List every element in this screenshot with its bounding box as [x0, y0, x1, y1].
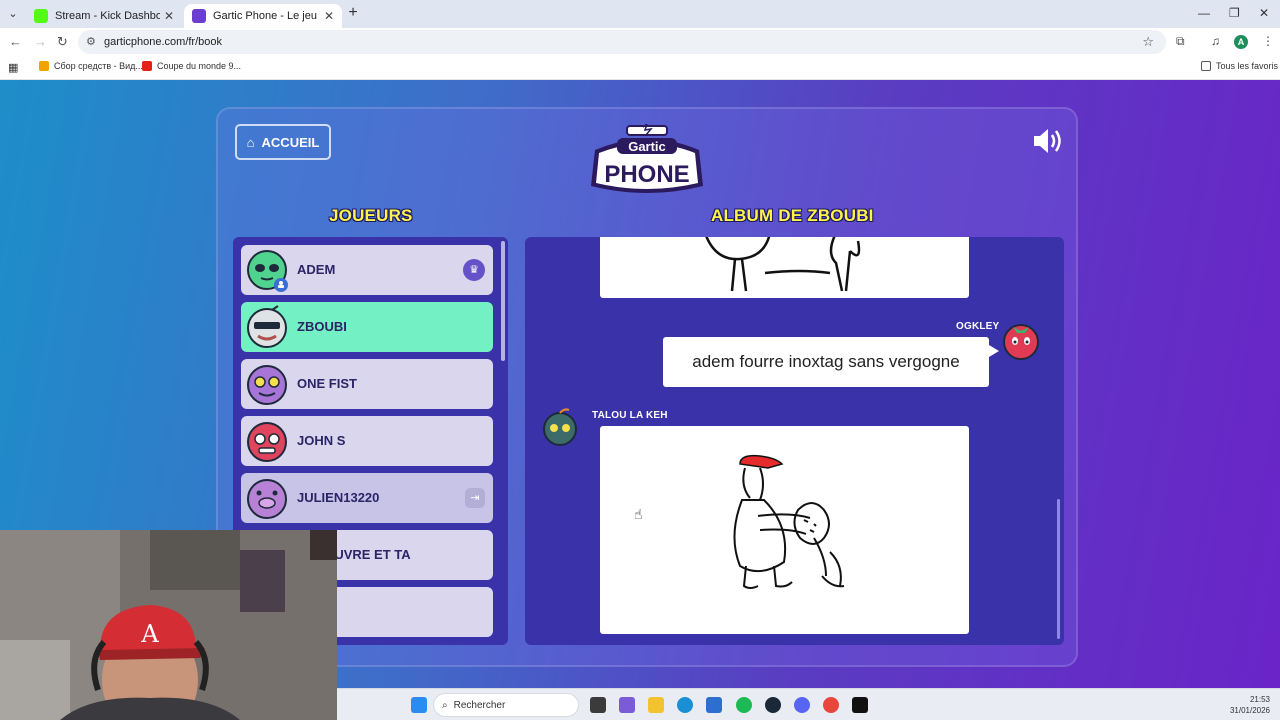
logo-top-text: Gartic — [628, 139, 666, 154]
browser-toolbar: ← → ↻ ⚙ garticphone.com/fr/book ☆ ⧉ ♫ ⋮ — [0, 28, 1280, 56]
player-row[interactable]: JOHN S — [241, 416, 493, 466]
house-icon: ⌂ — [246, 134, 255, 150]
close-window-icon[interactable]: ✕ — [1259, 6, 1269, 20]
discord-icon[interactable] — [794, 697, 810, 713]
player-name: JULIEN13220 — [297, 490, 380, 505]
url-text: garticphone.com/fr/book — [104, 36, 223, 48]
menu-kebab-icon[interactable]: ⋮ — [1262, 34, 1274, 48]
player-row[interactable]: JULIEN13220 ⇥ — [241, 473, 493, 523]
home-button-label: ACCUEIL — [261, 134, 320, 150]
youtube-icon — [142, 61, 152, 71]
taskbar-search-label: Rechercher — [453, 699, 506, 711]
player-name: ONE FIST — [297, 376, 357, 391]
bookmark-item[interactable]: Сбор средств - Вид... — [39, 61, 143, 71]
donation-icon — [39, 61, 49, 71]
purple-avatar-icon — [247, 365, 287, 405]
tab-title: Stream - Kick Dashboard — [55, 10, 160, 22]
all-bookmarks[interactable]: Tous les favoris — [1201, 61, 1278, 71]
task-view-icon[interactable] — [590, 697, 606, 713]
media-controls-icon[interactable]: ♫ — [1211, 34, 1220, 48]
white-robot-avatar-icon — [247, 305, 287, 348]
file-explorer-icon[interactable] — [648, 697, 664, 713]
player-name: JOHN S — [297, 433, 346, 448]
close-tab-icon[interactable]: ✕ — [324, 9, 334, 23]
reload-icon[interactable]: ↻ — [57, 34, 68, 50]
drawing-card — [600, 426, 969, 634]
back-arrow-icon[interactable]: ← — [9, 34, 22, 49]
bookmark-label: Coupe du monde 9... — [157, 61, 242, 71]
edge-icon[interactable] — [677, 697, 693, 713]
drawing-card — [600, 237, 969, 298]
bookmarks-bar: ▦ Сбор средств - Вид... Coupe du monde 9… — [0, 56, 1280, 80]
browser-tab-bar: ⌄ Stream - Kick Dashboard ✕ Gartic Phone… — [0, 0, 1280, 28]
stick-figure-drawing — [705, 237, 861, 292]
strawberry-avatar-icon — [1003, 324, 1039, 360]
restore-icon[interactable]: ❐ — [1229, 6, 1240, 20]
windows-taskbar: ⌕ Rechercher 21:53 31/01/2026 — [337, 688, 1280, 720]
author-name: OGKLEY — [956, 321, 1000, 332]
chrome-icon[interactable] — [823, 697, 839, 713]
player-row[interactable]: ZBOUBI — [241, 302, 493, 352]
kick-icon[interactable] — [852, 697, 868, 713]
bookmark-star-icon[interactable]: ☆ — [1142, 34, 1154, 50]
crown-icon: ♛ — [463, 259, 485, 281]
clock-date: 31/01/2026 — [1229, 706, 1270, 715]
player-row[interactable]: ADEM ♛ — [241, 245, 493, 295]
green-alien-avatar-icon — [247, 250, 288, 292]
speaker-icon[interactable] — [1032, 127, 1066, 155]
folder-icon — [1201, 61, 1211, 71]
windows-start-icon[interactable] — [411, 697, 427, 713]
spotify-icon[interactable] — [736, 697, 752, 713]
red-mask-avatar-icon — [247, 422, 287, 462]
album-panel[interactable]: OGKLEY adem fourre inoxtag sans vergogne… — [525, 237, 1064, 645]
album-heading: ALBUM DE ZBOUBI — [711, 206, 874, 225]
bomb-avatar-icon — [543, 408, 577, 446]
bookmark-item[interactable]: Coupe du monde 9... — [142, 61, 241, 71]
steam-icon[interactable] — [765, 697, 781, 713]
man-with-cap-drawing — [733, 454, 845, 589]
album-text-entry: adem fourre inoxtag sans vergogne — [663, 337, 999, 387]
gartic-phone-logo: Gartic PHONE — [591, 124, 703, 193]
minimize-icon[interactable]: — — [1198, 6, 1210, 20]
album-scrollbar[interactable] — [1057, 499, 1060, 639]
tab-gartic-phone[interactable]: Gartic Phone - Le jeu du téléph ✕ — [184, 4, 342, 28]
home-button[interactable]: ⌂ ACCUEIL — [235, 124, 331, 160]
site-info-icon[interactable]: ⚙ — [86, 35, 96, 48]
player-row[interactable]: ONE FIST — [241, 359, 493, 409]
pig-avatar-icon — [247, 479, 287, 519]
players-scrollbar[interactable] — [501, 241, 505, 361]
forward-arrow-icon[interactable]: → — [34, 34, 47, 49]
author-name: TALOU LA KEH — [592, 410, 668, 421]
player-name: ADEM — [297, 262, 336, 277]
close-tab-icon[interactable]: ✕ — [164, 9, 174, 23]
apps-grid-icon[interactable]: ▦ — [8, 61, 18, 74]
gartic-favicon-icon — [192, 9, 206, 23]
player-name: ZBOUBI — [297, 319, 347, 334]
search-icon: ⌕ — [442, 699, 448, 711]
tab-search-chevron-icon[interactable]: ⌄ — [5, 6, 21, 22]
store-icon[interactable] — [706, 697, 722, 713]
bookmark-label: Сбор средств - Вид... — [54, 61, 143, 71]
clock-time: 21:53 — [1249, 695, 1270, 704]
profile-avatar[interactable]: A — [1234, 35, 1248, 49]
exit-icon: ⇥ — [465, 488, 485, 508]
copilot-icon[interactable] — [619, 697, 635, 713]
tab-kick-dashboard[interactable]: Stream - Kick Dashboard ✕ — [26, 4, 182, 28]
webcam-overlay: A — [0, 530, 337, 720]
tab-title: Gartic Phone - Le jeu du téléph — [213, 10, 320, 22]
logo-main-text: PHONE — [604, 161, 689, 188]
taskbar-search[interactable]: ⌕ Rechercher — [433, 693, 579, 717]
all-bookmarks-label: Tous les favoris — [1216, 61, 1279, 71]
hand-cursor-icon: ☝ — [634, 506, 643, 522]
system-clock[interactable]: 21:53 31/01/2026 — [1230, 694, 1270, 716]
cap-logo: A — [140, 620, 159, 648]
address-bar[interactable]: ⚙ garticphone.com/fr/book ☆ — [78, 30, 1166, 54]
kick-favicon-icon — [34, 9, 48, 23]
players-heading: JOUEURS — [329, 206, 413, 225]
new-tab-plus-icon[interactable]: + — [345, 5, 361, 21]
extensions-icon[interactable]: ⧉ — [1176, 34, 1185, 49]
